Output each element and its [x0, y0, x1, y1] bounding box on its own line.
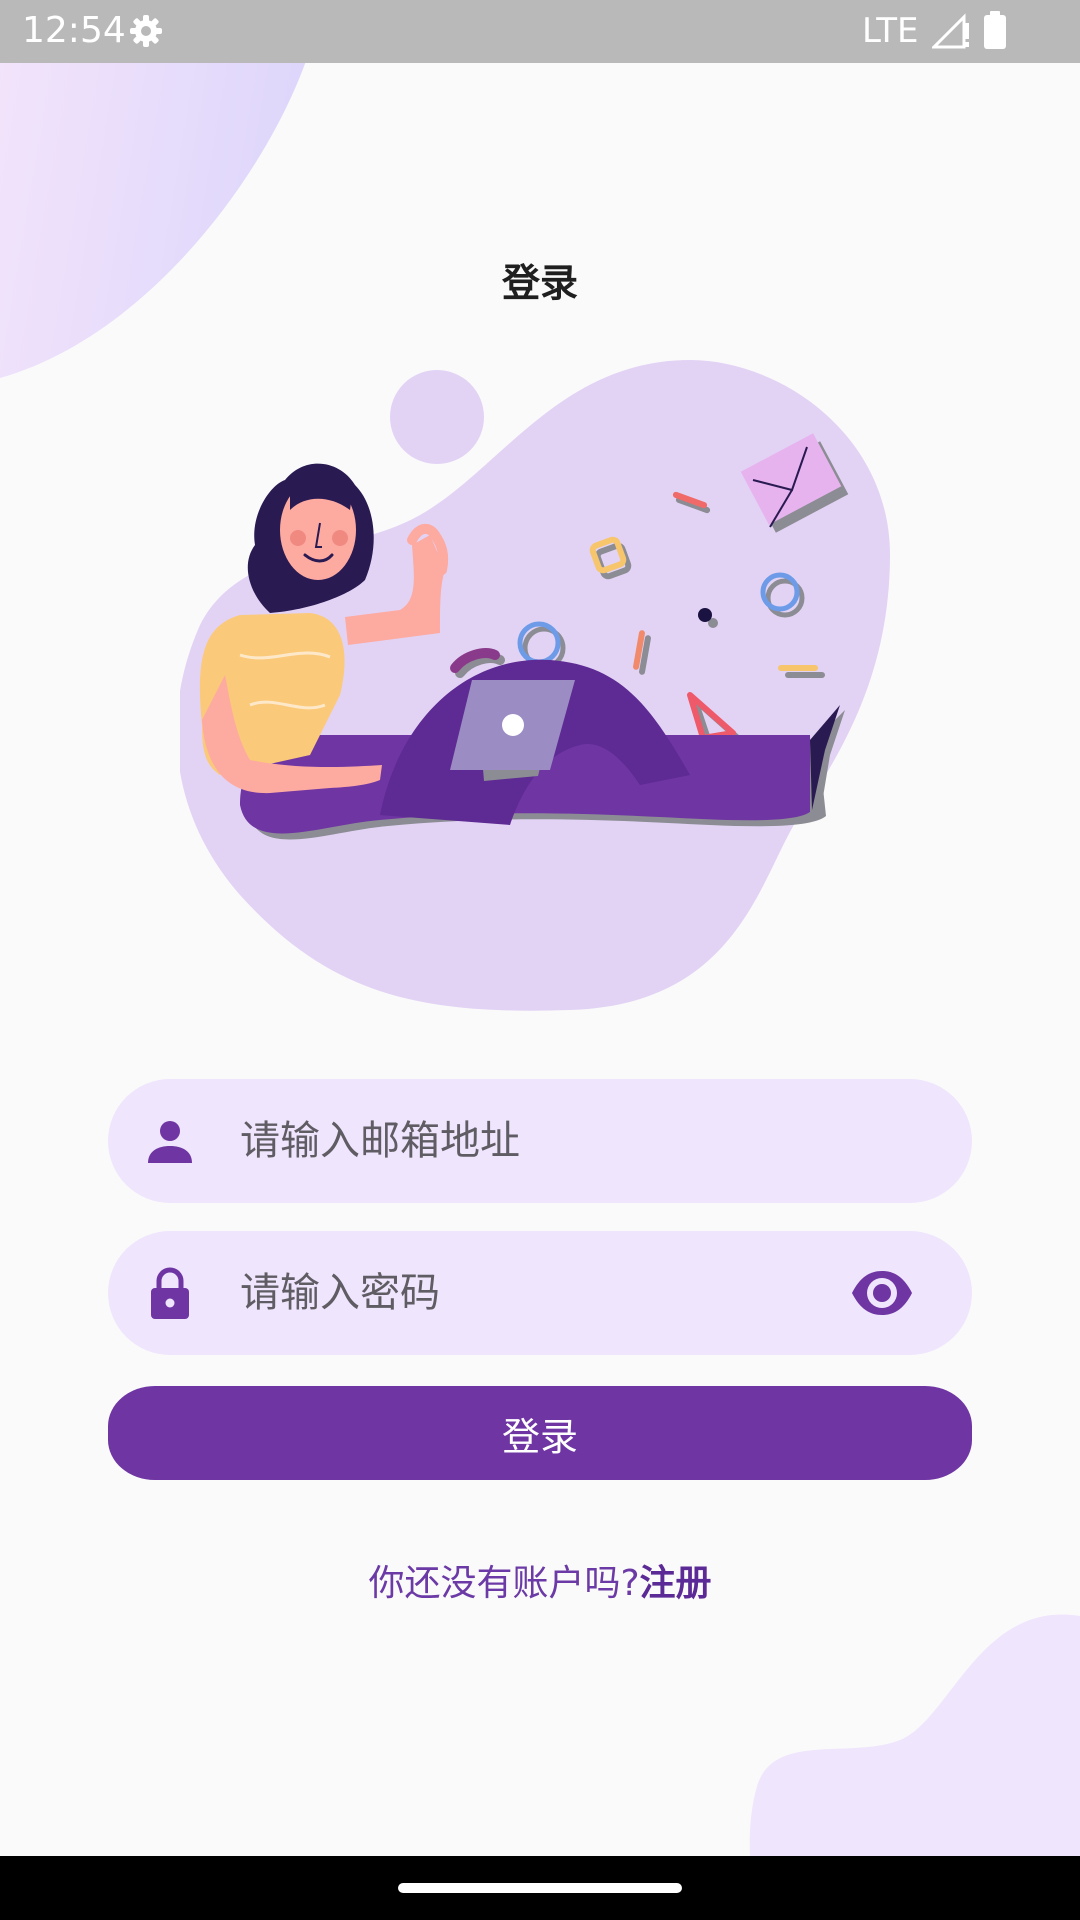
signup-link[interactable]: 注册	[640, 1563, 712, 1604]
password-field[interactable]	[108, 1231, 972, 1355]
network-type: LTE	[862, 11, 919, 51]
signup-prompt: 你还没有账户吗?注册	[0, 1554, 1080, 1606]
email-field[interactable]	[108, 1079, 972, 1203]
login-button[interactable]: 登录	[108, 1386, 972, 1480]
signal-icon	[932, 13, 969, 49]
page-title: 登录	[501, 261, 578, 305]
decorative-blob-bottom	[749, 1614, 1080, 1856]
password-input[interactable]	[240, 1253, 800, 1333]
battery-icon	[984, 11, 1006, 49]
signup-prompt-text: 你还没有账户吗?	[368, 1563, 640, 1604]
status-bar: 12:54 LTE	[0, 0, 1080, 63]
home-handle[interactable]	[398, 1883, 682, 1893]
gear-icon	[130, 15, 162, 47]
status-time: 12:54	[22, 10, 126, 51]
hero-illustration	[180, 360, 890, 1011]
eye-icon[interactable]	[850, 1261, 914, 1325]
navigation-bar	[0, 1856, 1080, 1920]
lock-icon	[151, 1267, 189, 1319]
person-icon	[148, 1121, 192, 1163]
email-input[interactable]	[240, 1101, 800, 1181]
